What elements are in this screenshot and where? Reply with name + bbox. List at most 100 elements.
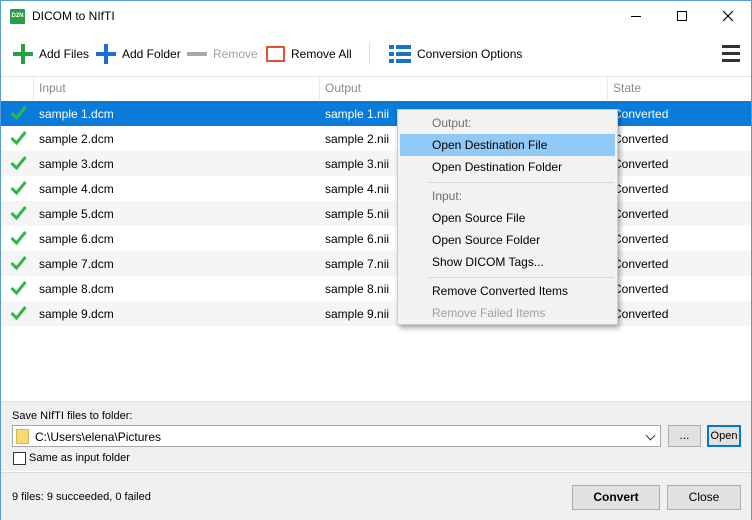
folder-icon <box>16 429 29 444</box>
checkmark-icon <box>10 106 27 121</box>
checkmark-icon <box>10 156 27 171</box>
toolbar: Add Files Add Folder Remove Remove All C… <box>1 31 751 77</box>
add-files-button[interactable]: Add Files <box>13 41 89 67</box>
row-input: sample 5.dcm <box>39 207 114 221</box>
row-input: sample 4.dcm <box>39 182 114 196</box>
table-row[interactable]: sample 8.dcm sample 8.nii Converted <box>1 276 751 301</box>
row-state: Converted <box>613 132 669 146</box>
checkmark-icon <box>10 256 27 271</box>
output-folder-panel: Save NIfTI files to folder: C:\Users\ele… <box>1 401 751 471</box>
menu-item-open-destination-file[interactable]: Open Destination File <box>400 134 615 156</box>
list-icon <box>389 45 411 63</box>
row-input: sample 7.dcm <box>39 257 114 271</box>
row-input: sample 2.dcm <box>39 132 114 146</box>
chevron-down-icon[interactable] <box>645 430 656 441</box>
window-title: DICOM to NIfTI <box>32 9 115 23</box>
checkmark-icon <box>10 231 27 246</box>
menu-item-open-source-file[interactable]: Open Source File <box>400 207 615 229</box>
save-folder-label: Save NIfTI files to folder: <box>12 410 133 422</box>
square-icon <box>266 46 285 62</box>
row-output: sample 4.nii <box>325 182 390 196</box>
checkmark-icon <box>10 281 27 296</box>
remove-button[interactable]: Remove <box>187 41 258 67</box>
minimize-button[interactable] <box>613 1 659 31</box>
add-folder-button[interactable]: Add Folder <box>96 41 181 67</box>
row-state: Converted <box>613 157 669 171</box>
checkmark-icon <box>10 181 27 196</box>
title-bar: D2N DICOM to NIfTI <box>1 1 751 31</box>
menu-item-remove-failed: Remove Failed Items <box>432 306 546 320</box>
output-path-value: C:\Users\elena\Pictures <box>35 430 162 444</box>
close-icon <box>722 10 734 22</box>
table-row[interactable]: sample 6.dcm sample 6.nii Converted <box>1 226 751 251</box>
close-window-button[interactable] <box>705 1 751 31</box>
row-state: Converted <box>613 107 669 121</box>
close-button[interactable]: Close <box>667 485 741 510</box>
plus-icon <box>13 44 33 64</box>
row-output: sample 1.nii <box>325 107 390 121</box>
table-row[interactable]: sample 5.dcm sample 5.nii Converted <box>1 201 751 226</box>
row-input: sample 9.dcm <box>39 307 114 321</box>
row-output: sample 7.nii <box>325 257 390 271</box>
checkmark-icon <box>10 131 27 146</box>
maximize-icon <box>677 11 687 21</box>
column-header-input[interactable]: Input <box>39 81 66 95</box>
row-state: Converted <box>613 207 669 221</box>
browse-button[interactable]: ... <box>668 425 701 447</box>
menu-separator <box>428 182 614 183</box>
table-row[interactable]: sample 9.dcm sample 9.nii Converted <box>1 301 751 326</box>
list-header: Input Output State <box>1 78 751 100</box>
hamburger-icon[interactable] <box>722 45 740 62</box>
row-state: Converted <box>613 232 669 246</box>
open-folder-button[interactable]: Open <box>707 425 741 447</box>
same-as-input-checkbox[interactable] <box>13 452 26 465</box>
conversion-options-button[interactable]: Conversion Options <box>389 41 522 67</box>
remove-all-button[interactable]: Remove All <box>266 41 352 67</box>
menu-separator <box>428 277 614 278</box>
convert-button[interactable]: Convert <box>572 485 660 510</box>
output-path-combobox[interactable]: C:\Users\elena\Pictures <box>12 425 661 447</box>
menu-header-output: Output: <box>432 116 472 130</box>
remove-label: Remove <box>213 47 258 61</box>
row-output: sample 6.nii <box>325 232 390 246</box>
row-output: sample 2.nii <box>325 132 390 146</box>
row-input: sample 1.dcm <box>39 107 114 121</box>
status-text: 9 files: 9 succeeded, 0 failed <box>12 491 151 503</box>
toolbar-separator <box>369 43 370 65</box>
row-output: sample 3.nii <box>325 157 390 171</box>
row-state: Converted <box>613 307 669 321</box>
row-output: sample 8.nii <box>325 282 390 296</box>
file-list: sample 1.dcm sample 1.nii Converted samp… <box>1 101 751 326</box>
menu-item-remove-converted[interactable]: Remove Converted Items <box>400 280 615 302</box>
app-logo-icon: D2N <box>10 9 25 24</box>
menu-item-open-destination-folder[interactable]: Open Destination Folder <box>400 156 615 178</box>
minimize-icon <box>631 15 641 17</box>
menu-header-input: Input: <box>432 189 463 203</box>
add-folder-label: Add Folder <box>122 47 181 61</box>
checkmark-icon <box>10 206 27 221</box>
context-menu: Output: Open Destination File Open Desti… <box>397 109 618 325</box>
row-output: sample 5.nii <box>325 207 390 221</box>
minus-icon <box>187 52 207 56</box>
column-header-output[interactable]: Output <box>325 81 361 95</box>
table-row[interactable]: sample 3.dcm sample 3.nii Converted <box>1 151 751 176</box>
row-input: sample 8.dcm <box>39 282 114 296</box>
table-row[interactable]: sample 1.dcm sample 1.nii Converted <box>1 101 751 126</box>
table-row[interactable]: sample 7.dcm sample 7.nii Converted <box>1 251 751 276</box>
status-bar: 9 files: 9 succeeded, 0 failed Convert C… <box>1 472 751 520</box>
row-output: sample 9.nii <box>325 307 390 321</box>
row-state: Converted <box>613 257 669 271</box>
add-files-label: Add Files <box>39 47 90 61</box>
menu-item-open-source-folder[interactable]: Open Source Folder <box>400 229 615 251</box>
maximize-button[interactable] <box>659 1 705 31</box>
row-input: sample 3.dcm <box>39 157 114 171</box>
table-row[interactable]: sample 4.dcm sample 4.nii Converted <box>1 176 751 201</box>
column-header-state[interactable]: State <box>613 81 641 95</box>
row-state: Converted <box>613 282 669 296</box>
conversion-options-label: Conversion Options <box>417 47 523 61</box>
menu-item-show-dicom-tags[interactable]: Show DICOM Tags... <box>400 251 615 273</box>
checkmark-icon <box>10 306 27 321</box>
same-as-input-label[interactable]: Same as input folder <box>29 452 130 464</box>
plus-icon <box>96 44 116 64</box>
table-row[interactable]: sample 2.dcm sample 2.nii Converted <box>1 126 751 151</box>
